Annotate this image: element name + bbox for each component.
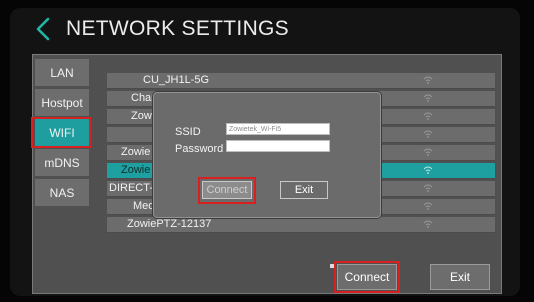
wifi-connect-dialog: SSID Zowietek_Wi-Fi5 Password Connect Ex… [153, 92, 381, 218]
network-ssid: DIRECT- [109, 182, 153, 194]
network-row[interactable]: ZowiePTZ-12137 [107, 217, 495, 233]
network-ssid: ZowiePTZ-12137 [127, 218, 212, 230]
network-ssid: CU_JH1L-5G [143, 74, 210, 86]
cursor-indicator [330, 264, 334, 268]
dialog-exit-label: Exit [294, 184, 314, 196]
exit-button[interactable]: Exit [430, 264, 490, 290]
ssid-field[interactable]: Zowietek_Wi-Fi5 [226, 123, 330, 135]
dialog-connect-label: Connect [206, 184, 248, 196]
sidebar-item-mdns[interactable]: mDNS [35, 149, 89, 176]
chevron-left-icon [36, 17, 50, 41]
sidebar-item-label: mDNS [44, 155, 80, 170]
sidebar-item-hostpot[interactable]: Hostpot [35, 89, 89, 116]
sidebar-item-lan[interactable]: LAN [35, 59, 89, 86]
sidebar-item-nas[interactable]: NAS [35, 179, 89, 206]
wifi-signal-icon [423, 76, 433, 84]
dialog-exit-button[interactable]: Exit [280, 181, 328, 199]
network-ssid: Zowie [121, 164, 151, 176]
sidebar-item-label: NAS [49, 185, 75, 200]
network-ssid: Zowie [121, 146, 151, 158]
connect-button-label: Connect [344, 270, 390, 284]
header: NETWORK SETTINGS [10, 8, 520, 50]
password-field[interactable] [226, 140, 330, 152]
page-title: NETWORK SETTINGS [66, 17, 289, 40]
network-ssid: Zowi [131, 110, 155, 122]
wifi-signal-icon [423, 184, 433, 192]
wifi-signal-icon [423, 166, 433, 174]
exit-button-label: Exit [449, 270, 470, 284]
sidebar-item-wifi[interactable]: WIFI [35, 119, 89, 146]
sidebar-item-label: WIFI [49, 125, 75, 140]
sidebar-item-label: Hostpot [41, 95, 83, 110]
wifi-signal-icon [423, 130, 433, 138]
dialog-connect-button[interactable]: Connect [202, 181, 252, 199]
wifi-signal-icon [423, 94, 433, 102]
sidebar-item-label: LAN [50, 65, 74, 80]
network-row[interactable]: CU_JH1L-5G [107, 73, 495, 89]
wifi-signal-icon [423, 148, 433, 156]
back-button[interactable] [32, 16, 54, 42]
wifi-signal-icon [423, 202, 433, 210]
wifi-signal-icon [423, 112, 433, 120]
ssid-label: SSID [175, 126, 201, 138]
wifi-signal-icon [423, 220, 433, 228]
password-label: Password [175, 143, 224, 155]
connect-button[interactable]: Connect [337, 264, 397, 290]
